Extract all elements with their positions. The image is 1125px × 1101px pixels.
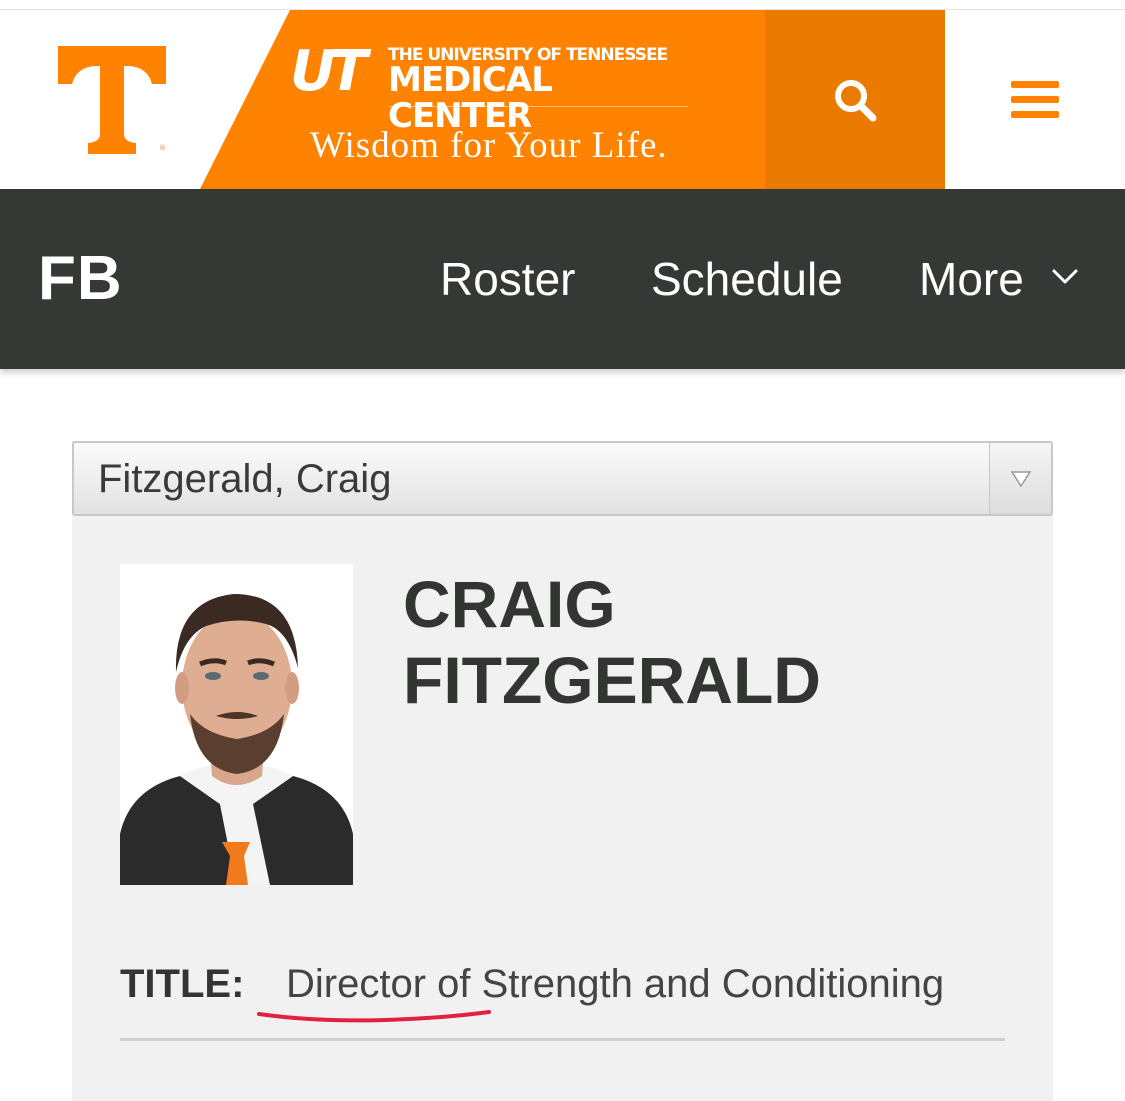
- dropdown-arrow-button[interactable]: [989, 443, 1051, 514]
- search-button[interactable]: [765, 10, 945, 189]
- staff-select-value: Fitzgerald, Craig: [98, 457, 392, 501]
- section-divider: [120, 1038, 1005, 1041]
- ad-divider: [388, 106, 688, 107]
- headshot-image: [120, 564, 353, 885]
- staff-last-name: FITZGERALD: [403, 643, 821, 717]
- sport-nav-bar: FB Roster Schedule More: [0, 189, 1125, 369]
- site-banner: ® UT THE UNIVERSITY OF TENNESSEE MEDICAL…: [0, 10, 1125, 189]
- ad-text: UT THE UNIVERSITY OF TENNESSEE MEDICAL C…: [290, 44, 700, 184]
- title-value: Director of Strength and Conditioning: [286, 962, 945, 1006]
- svg-text:®: ®: [159, 144, 166, 152]
- ut-mark-logo: UT: [290, 39, 368, 104]
- red-underline-annotation: [257, 1010, 491, 1023]
- menu-button[interactable]: [945, 10, 1125, 189]
- t-logo-icon: ®: [58, 46, 166, 154]
- ad-tagline: Wisdom for Your Life.: [310, 125, 668, 166]
- search-icon: [835, 79, 877, 121]
- staff-first-name: CRAIG: [403, 567, 616, 641]
- hamburger-menu-icon: [1011, 80, 1059, 118]
- chevron-down-icon[interactable]: [1050, 262, 1080, 292]
- staff-name: CRAIG FITZGERALD: [403, 566, 821, 718]
- title-label: TITLE:: [120, 962, 245, 1006]
- triangle-down-icon: [1010, 470, 1031, 487]
- sport-title[interactable]: FB: [38, 243, 123, 315]
- tennessee-t-logo[interactable]: ®: [58, 46, 166, 154]
- headshot-photo: [120, 564, 353, 885]
- nav-link-roster[interactable]: Roster: [440, 249, 575, 309]
- nav-link-schedule[interactable]: Schedule: [651, 249, 843, 309]
- nav-link-more[interactable]: More: [919, 249, 1024, 309]
- staff-select-dropdown[interactable]: Fitzgerald, Craig: [72, 441, 1053, 516]
- top-edge: [0, 0, 1125, 10]
